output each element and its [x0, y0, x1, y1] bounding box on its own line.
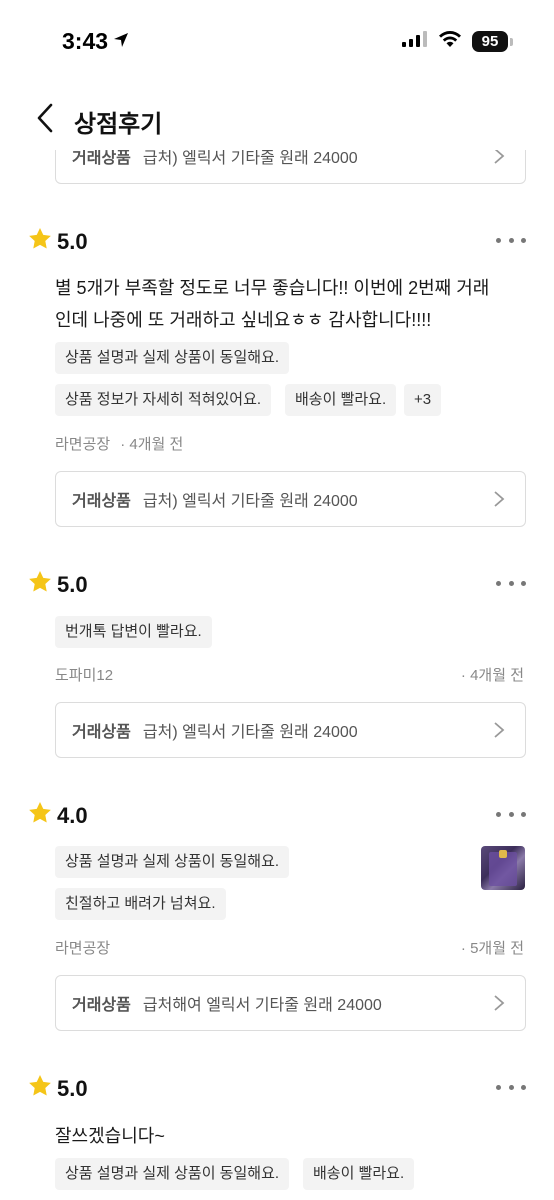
star-icon: [27, 1073, 53, 1104]
more-button[interactable]: [496, 230, 526, 250]
review-text: 잘쓰겠습니다~: [55, 1126, 165, 1146]
product-card[interactable]: 거래상품 급처) 엘릭서 기타줄 원래 24000: [55, 702, 526, 758]
review-time: · 4개월 전: [120, 436, 184, 453]
rating-value: 5.0: [57, 228, 88, 254]
review-tag: 친절하고 배려가 넘쳐요.: [55, 888, 226, 920]
signal-icon: [402, 31, 428, 52]
review-meta: 라면공장 · 4개월 전: [55, 433, 183, 454]
product-card-label: 거래상품: [72, 724, 131, 741]
page-title: 상점후기: [74, 111, 163, 138]
review-rating: 4.0: [27, 800, 88, 831]
reviews-list: 거래상품 급처) 엘릭서 기타줄 원래 24000 5.0 별 5개가 부족할 …: [0, 0, 554, 1200]
review-author[interactable]: 라면공장: [55, 436, 110, 453]
product-card-name: 급처) 엘릭서 기타줄 원래 24000: [142, 724, 358, 741]
status-time: 3:43: [62, 28, 130, 55]
wifi-icon: [438, 30, 462, 53]
review-time: · 5개월 전: [460, 940, 524, 957]
nav-header: 상점후기: [0, 90, 554, 150]
product-card-label: 거래상품: [72, 493, 131, 510]
chevron-right-icon: [489, 720, 509, 740]
review-text: 별 5개가 부족할 정도로 너무 좋습니다!! 이번에 2번째 거래인데 나중에…: [55, 278, 490, 330]
chevron-right-icon: [489, 993, 509, 1013]
review-tag: 상품 설명과 실제 상품이 동일해요.: [55, 846, 290, 878]
chevron-right-icon: [489, 489, 509, 509]
product-card-label: 거래상품: [72, 997, 131, 1014]
battery-indicator: 95: [472, 31, 513, 52]
review-tag: 배송이 빨라요.: [285, 384, 397, 416]
status-indicators: 95: [402, 30, 513, 53]
review-tag: 상품 설명과 실제 상품이 동일해요.: [55, 1158, 290, 1190]
status-bar: 3:43 95: [0, 0, 554, 84]
more-tags-badge[interactable]: +3: [404, 384, 442, 416]
clock-text: 3:43: [62, 28, 109, 54]
back-arrow-icon: [35, 103, 55, 138]
rating-value: 5.0: [57, 571, 88, 597]
product-card-name: 급처해여 엘릭서 기타줄 원래 24000: [142, 997, 382, 1014]
review-rating: 5.0: [27, 569, 88, 600]
review-tag: 상품 정보가 자세히 적혀있어요.: [55, 384, 272, 416]
star-icon: [27, 569, 53, 600]
star-icon: [27, 800, 53, 831]
review-rating: 5.0: [27, 1073, 88, 1104]
product-card-name: 급처) 엘릭서 기타줄 원래 24000: [142, 493, 358, 510]
review-time: · 4개월 전: [460, 667, 524, 684]
more-button[interactable]: [496, 804, 526, 824]
review-rating: 5.0: [27, 226, 88, 257]
review-author[interactable]: 도파미12: [55, 664, 113, 685]
review-tag: 번개톡 답변이 빨라요.: [55, 616, 212, 648]
more-button[interactable]: [496, 573, 526, 593]
location-arrow-icon: [112, 28, 130, 55]
review-photo-thumbnail[interactable]: [481, 846, 525, 890]
star-icon: [27, 226, 53, 257]
product-card[interactable]: 거래상품 급처해여 엘릭서 기타줄 원래 24000: [55, 975, 526, 1031]
back-button[interactable]: [28, 100, 62, 140]
review-tag: 상품 설명과 실제 상품이 동일해요.: [55, 342, 290, 374]
more-button[interactable]: [496, 1077, 526, 1097]
rating-value: 5.0: [57, 1075, 88, 1101]
review-author[interactable]: 라면공장: [55, 937, 110, 958]
review-tag: 배송이 빨라요.: [303, 1158, 415, 1190]
product-card[interactable]: 거래상품 급처) 엘릭서 기타줄 원래 24000: [55, 471, 526, 527]
rating-value: 4.0: [57, 802, 88, 828]
